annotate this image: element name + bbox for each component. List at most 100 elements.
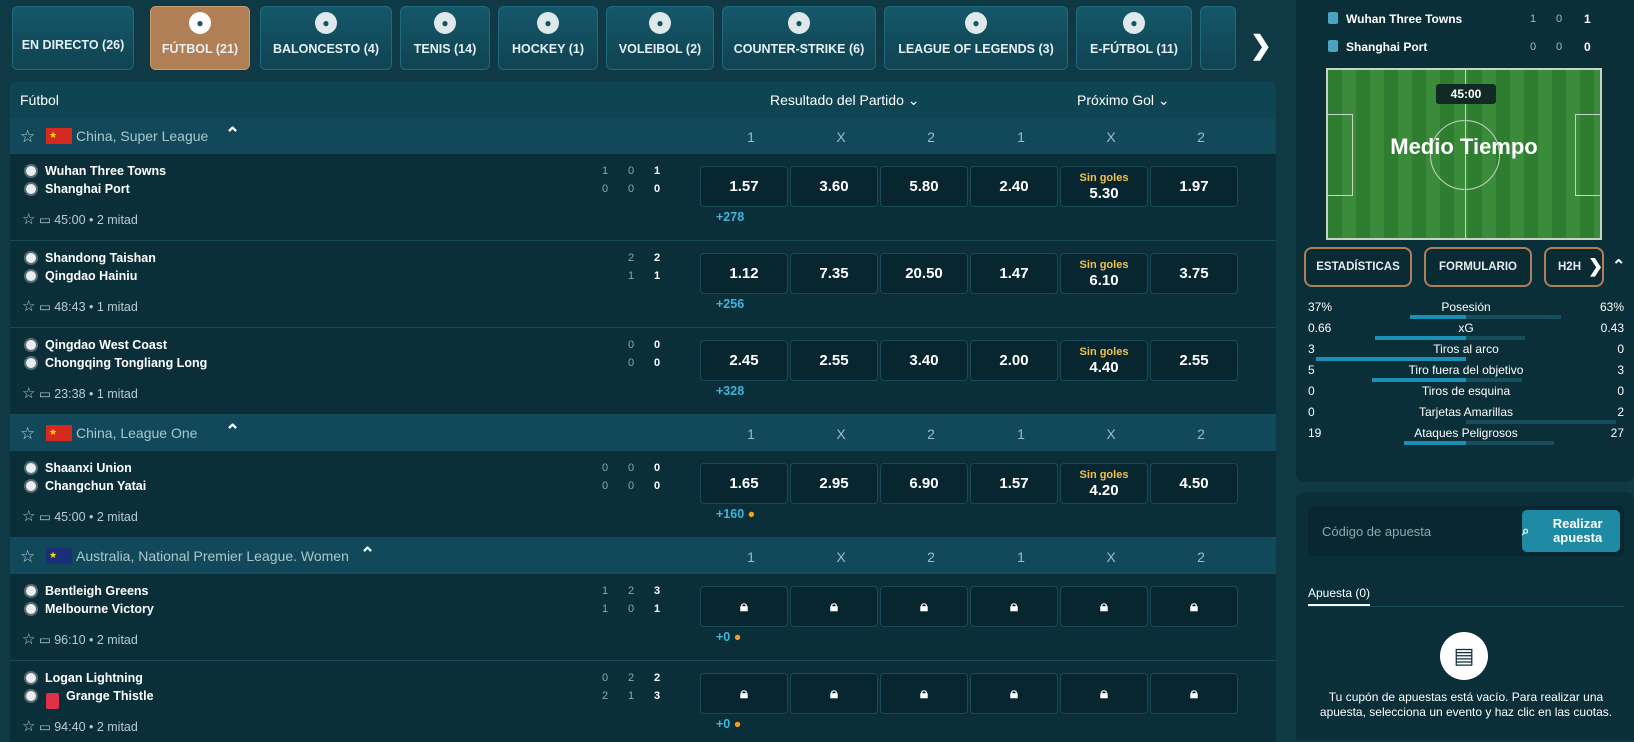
odds-button[interactable]: 2.55 <box>790 340 878 381</box>
tab-label: HOCKEY (1) <box>511 42 584 56</box>
tab-partial[interactable] <box>1200 6 1236 70</box>
league-header[interactable]: ☆ ★ Australia, National Premier League. Wo… <box>10 538 1276 574</box>
tab-estadisticas[interactable]: ESTADÍSTICAS <box>1304 247 1412 287</box>
event-row[interactable]: Shaanxi Union Changchun Yatai 0 0 0 0 0 0 ☆ ▭ 45… <box>10 451 1276 538</box>
odds-button[interactable]: 1.47 <box>970 253 1058 294</box>
event-row[interactable]: Shandong Taishan Qingdao Hainiu 2 2 1 1 ☆ ▭ 48… <box>10 241 1276 328</box>
stat-bar-away <box>1466 420 1616 424</box>
odds-button[interactable]: 1.65 <box>700 463 788 504</box>
stat-name: Tiros de esquina <box>1421 384 1511 398</box>
tab-fútbol-21[interactable]: ● FÚTBOL (21) <box>150 6 250 70</box>
market-select-proximo-gol[interactable]: Próximo Gol ⌄ <box>1077 92 1170 109</box>
odds-button[interactable]: 3.40 <box>880 340 968 381</box>
star-icon[interactable]: ☆ <box>20 127 35 147</box>
star-icon[interactable]: ☆ <box>22 508 35 525</box>
away-score: 0 <box>601 480 609 492</box>
odds-button[interactable]: 2.40 <box>970 166 1058 207</box>
more-markets-link[interactable]: +160 ● <box>716 507 755 521</box>
odds-button[interactable]: 1.12 <box>700 253 788 294</box>
odds-button[interactable]: 2.45 <box>700 340 788 381</box>
home-score: 3 <box>653 585 661 597</box>
star-icon[interactable]: ☆ <box>20 547 35 567</box>
counter-strike-icon: ● <box>788 12 810 34</box>
tabs-next-arrow-icon[interactable]: ❯ <box>1250 30 1272 61</box>
event-row[interactable]: Logan Lightning Grange Thistle 0 2 2 2 1 3 ☆ ▭ 9… <box>10 661 1276 742</box>
chevron-right-icon[interactable]: ❯ <box>1588 256 1603 277</box>
more-markets-link[interactable]: +0 ● <box>716 717 741 731</box>
tab-tenis-14[interactable]: ● TENIS (14) <box>400 6 490 70</box>
star-icon[interactable]: ☆ <box>22 631 35 648</box>
event-row[interactable]: Bentleigh Greens Melbourne Victory 1 2 3 1 0 1 ☆… <box>10 574 1276 661</box>
odds-button[interactable]: Sin goles 6.10 <box>1060 253 1148 294</box>
tab-formulario[interactable]: FORMULARIO <box>1424 247 1532 287</box>
star-icon[interactable]: ☆ <box>22 298 35 315</box>
odds-button[interactable]: 5.80 <box>880 166 968 207</box>
pitch-visualization: 45:00 Medio Tiempo <box>1326 68 1602 240</box>
chevron-up-icon[interactable]: ⌃ <box>1612 256 1625 276</box>
right-sidebar: Wuhan Three Towns 1 0 1 Shanghai Port 0 … <box>1296 0 1634 740</box>
odds-button[interactable]: Sin goles 5.30 <box>1060 166 1148 207</box>
chevron-up-icon[interactable]: ⌃ <box>225 421 240 442</box>
odds-button[interactable]: Sin goles 4.40 <box>1060 340 1148 381</box>
stat-row: 5 Tiro fuera del objetivo 3 <box>1308 363 1624 383</box>
tab-apuesta[interactable]: Apuesta (0) <box>1308 586 1370 600</box>
stat-name: Ataques Peligrosos <box>1414 426 1518 440</box>
home-score: 2 <box>653 672 661 684</box>
tab-voleibol-2[interactable]: ● VOLEIBOL (2) <box>606 6 714 70</box>
odds-button[interactable]: 1.57 <box>700 166 788 207</box>
more-markets-link[interactable]: +256 <box>716 297 744 311</box>
home-score: 0 <box>627 462 635 474</box>
star-icon[interactable]: ☆ <box>20 424 35 444</box>
tab-baloncesto-4[interactable]: ● BALONCESTO (4) <box>260 6 392 70</box>
more-markets-link[interactable]: +278 <box>716 210 744 224</box>
odds-button[interactable]: 6.90 <box>880 463 968 504</box>
more-markets-link[interactable]: +0 ● <box>716 630 741 644</box>
place-bet-button[interactable]: ⌕ Realizar apuesta <box>1522 510 1620 552</box>
tab-e-fútbol-11[interactable]: ● E-FÚTBOL (11) <box>1076 6 1192 70</box>
event-row[interactable]: Wuhan Three Towns Shanghai Port 1 0 1 0 0 0 ☆ ▭ … <box>10 154 1276 241</box>
tab-league-of-legends-3[interactable]: ● LEAGUE OF LEGENDS (3) <box>884 6 1068 70</box>
basketball-icon: ● <box>315 12 337 34</box>
odds-button[interactable]: 7.35 <box>790 253 878 294</box>
tab-hockey-1[interactable]: ● HOCKEY (1) <box>498 6 598 70</box>
soccer-ball-icon <box>24 338 38 352</box>
away-team: Qingdao Hainiu <box>45 269 138 283</box>
market-select-resultado[interactable]: Resultado del Partido ⌄ <box>770 92 920 109</box>
odds-button[interactable]: 2.00 <box>970 340 1058 381</box>
league-header[interactable]: ☆ ★ China, Super League ⌃ 1 X 2 1 X 2 <box>10 118 1276 154</box>
odds-button[interactable]: 2.95 <box>790 463 878 504</box>
stat-away: 2 <box>1617 405 1624 419</box>
odds-button[interactable]: 20.50 <box>880 253 968 294</box>
star-icon[interactable]: ☆ <box>22 211 35 228</box>
tracker-away-team: Shanghai Port <box>1346 40 1428 54</box>
away-score: 1 <box>653 270 661 282</box>
away-team: Melbourne Victory <box>45 602 154 616</box>
fire-icon: ● <box>733 717 742 731</box>
event-row[interactable]: Qingdao West Coast Chongqing Tongliang Lo… <box>10 328 1276 415</box>
bet-code-input[interactable]: Código de apuesta <box>1322 524 1431 539</box>
odds-column-header: X <box>836 549 846 565</box>
odds-button[interactable]: 3.75 <box>1150 253 1238 294</box>
team-icon <box>1328 40 1338 52</box>
sport-title: Fútbol <box>20 92 59 108</box>
odds-button[interactable]: 1.97 <box>1150 166 1238 207</box>
tab-counter-strike-6[interactable]: ● COUNTER-STRIKE (6) <box>722 6 876 70</box>
league-header[interactable]: ☆ ★ China, League One ⌃ 1 X 2 1 X 2 <box>10 415 1276 451</box>
odds-button[interactable]: 3.60 <box>790 166 878 207</box>
stat-name: Tarjetas Amarillas <box>1418 405 1514 419</box>
chevron-up-icon[interactable]: ⌃ <box>360 544 375 565</box>
chevron-up-icon[interactable]: ⌃ <box>225 124 240 145</box>
odds-column-header: 2 <box>1197 549 1205 565</box>
odds-button[interactable]: Sin goles 4.20 <box>1060 463 1148 504</box>
home-team: Wuhan Three Towns <box>45 164 167 178</box>
flag-cn-icon: ★ <box>46 425 72 441</box>
odds-button[interactable]: 4.50 <box>1150 463 1238 504</box>
odds-button[interactable]: 2.55 <box>1150 340 1238 381</box>
tab-en-directo-26[interactable]: EN DIRECTO (26) <box>12 6 134 70</box>
star-icon[interactable]: ☆ <box>22 385 35 402</box>
tv-icon: ▭ <box>38 510 51 524</box>
more-markets-link[interactable]: +328 <box>716 384 744 398</box>
star-icon[interactable]: ☆ <box>22 718 35 735</box>
away-score: 0 <box>627 480 635 492</box>
odds-button[interactable]: 1.57 <box>970 463 1058 504</box>
